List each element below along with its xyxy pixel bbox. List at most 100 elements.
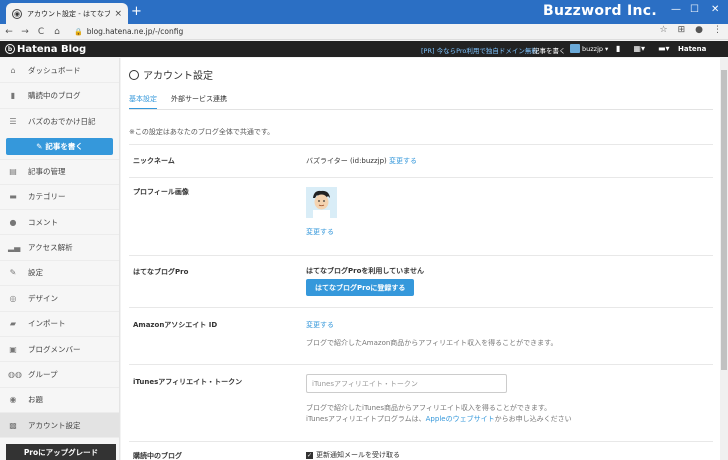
settings-note: ※この設定はあなたのブログ全体で共通です。	[129, 128, 275, 136]
amazon-description: ブログで紹介したAmazon商品からアフィリエイト収入を得ることができます。	[306, 339, 558, 347]
profile-icon[interactable]: ●	[695, 25, 703, 35]
sidebar-item-label: コメント	[28, 217, 58, 227]
minimize-icon[interactable]: —	[671, 4, 681, 15]
profile-avatar-icon	[306, 187, 337, 218]
browser-tab[interactable]: ◉ アカウント設定 - はてなブログ ×	[6, 3, 128, 24]
document-icon: ▤	[9, 167, 17, 177]
nickname-text: バズライター (id:buzzjp)	[306, 157, 387, 165]
hatena-header: b Hatena Blog [PR] 今ならPro利用で独自ドメイン無料 記事を…	[0, 41, 728, 57]
tab-basic[interactable]: 基本設定	[129, 94, 157, 110]
itunes-desc2-post: からお申し込みください	[494, 415, 572, 423]
sidebar-item-settings[interactable]: ✎ 設定	[0, 261, 119, 287]
truck-icon: ▰	[9, 319, 17, 329]
sidebar-item-label: ダッシュボード	[28, 65, 81, 75]
bar-chart-icon: ▂▄	[8, 243, 21, 253]
profile-image-change-link[interactable]: 変更する	[306, 227, 334, 237]
folder-icon: ▬	[9, 192, 17, 202]
itunes-description-1: ブログで紹介したiTunes商品からアフィリエイト収入を得ることができます。	[306, 404, 552, 412]
itunes-desc2-pre: iTunesアフィリエイトプログラムは、	[306, 415, 426, 423]
sidebar-item-label: 購読中のブログ	[28, 91, 81, 101]
pro-upgrade-button[interactable]: Proにアップグレード	[6, 444, 116, 460]
close-window-icon[interactable]: ✕	[711, 4, 719, 15]
itunes-token-input[interactable]: iTunesアフィリエイト・トークン	[306, 374, 507, 393]
pro-promo-link[interactable]: [PR] 今ならPro利用で独自ドメイン無料	[421, 45, 538, 55]
sidebar-item-topic[interactable]: ◉ お題	[0, 388, 119, 414]
sidebar-item-subscriptions[interactable]: ▮ 購読中のブログ	[0, 83, 119, 109]
sidebar-item-analytics[interactable]: ▂▄ アクセス解析	[0, 235, 119, 261]
header-write-link[interactable]: 記事を書く	[533, 45, 566, 55]
sidebar-item-label: グループ	[28, 369, 58, 379]
hatena-link[interactable]: Hatena	[678, 45, 706, 53]
sidebar-item-design[interactable]: ◎ デザイン	[0, 286, 119, 312]
apple-website-link[interactable]: Appleのウェブサイト	[426, 415, 495, 423]
subscribed-row: 購読中のブログ ✓ 更新通知メールを受け取る	[129, 441, 713, 460]
tab-external[interactable]: 外部サービス連携	[171, 94, 227, 110]
settings-tabs: 基本設定 外部サービス連携	[129, 94, 227, 110]
sidebar-item-articles[interactable]: ▤ 記事の管理	[0, 159, 119, 185]
home-icon[interactable]: ⌂	[50, 27, 64, 37]
sidebar-item-label: バズのおでかけ日記	[28, 116, 96, 126]
amazon-row: Amazonアソシエイト ID 変更する ブログで紹介したAmazon商品からア…	[129, 307, 713, 364]
notify-checkbox-label: 更新通知メールを受け取る	[316, 451, 400, 459]
hatena-pro-register-button[interactable]: はてなブログProに登録する	[306, 279, 415, 296]
tab-title: アカウント設定 - はてなブログ	[27, 9, 111, 18]
sidebar-item-account[interactable]: ▩ アカウント設定	[0, 413, 119, 439]
back-icon[interactable]: ←	[2, 27, 16, 37]
sidebar-item-blog[interactable]: ☰ バズのおでかけ日記	[0, 109, 119, 134]
nickname-label: ニックネーム	[133, 157, 175, 165]
itunes-row: iTunesアフィリエイト・トークン iTunesアフィリエイト・トークン ブロ…	[129, 364, 713, 441]
notify-checkbox[interactable]: ✓	[306, 451, 313, 459]
sidebar-item-import[interactable]: ▰ インポート	[0, 312, 119, 337]
amazon-change-link[interactable]: 変更する	[306, 320, 334, 330]
star-icon[interactable]: ☆	[660, 25, 668, 35]
amazon-label: Amazonアソシエイト ID	[133, 321, 218, 329]
profile-image-row: プロフィール画像 変更する	[129, 177, 713, 255]
comment-icon: ●	[9, 217, 17, 227]
nickname-change-link[interactable]: 変更する	[389, 157, 417, 165]
apps-grid-icon[interactable]: ▦▾	[633, 44, 645, 53]
sidebar-item-members[interactable]: ▣ ブログメンバー	[0, 337, 119, 363]
hatena-pro-label: はてなブログPro	[133, 268, 189, 276]
bookmark-icon[interactable]: ▮	[616, 44, 620, 53]
profile-image	[306, 187, 337, 218]
scrollbar-thumb[interactable]	[721, 70, 727, 370]
sidebar-item-group[interactable]: ◍◍ グループ	[0, 362, 119, 388]
sidebar: ⌂ ダッシュボード ▮ 購読中のブログ ☰ バズのおでかけ日記 ✎ 記事を書く …	[0, 58, 120, 460]
extension-icon[interactable]: ⊞	[678, 25, 686, 35]
browser-titlebar: ◉ アカウント設定 - はてなブログ × + Buzzword Inc. — ☐…	[0, 0, 728, 24]
hatena-pro-row: はてなブログPro はてなブログProを利用していません はてなブログProに登…	[129, 255, 713, 307]
subscribed-option[interactable]: ✓ 更新通知メールを受け取る	[306, 450, 400, 460]
nickname-value: バズライター (id:buzzjp) 変更する	[306, 156, 417, 166]
user-menu[interactable]: buzzjp ▾	[570, 44, 608, 53]
hatena-pro-status: はてなブログProを利用していません	[306, 267, 424, 275]
tab-close-icon[interactable]: ×	[114, 9, 122, 19]
hatena-blog-logo[interactable]: b Hatena Blog	[5, 44, 86, 55]
forward-icon[interactable]: →	[18, 27, 32, 37]
avatar	[570, 44, 580, 53]
brand-watermark: Buzzword Inc.	[543, 3, 657, 19]
write-article-button[interactable]: ✎ 記事を書く	[6, 138, 113, 156]
message-icon[interactable]: ▬▾	[658, 44, 670, 53]
user-name: buzzjp	[582, 44, 604, 53]
menu-icon[interactable]: ⋮	[713, 25, 722, 35]
sidebar-item-label: 記事の管理	[28, 167, 66, 177]
sidebar-item-category[interactable]: ▬ カテゴリー	[0, 185, 119, 210]
new-tab-button[interactable]: +	[131, 5, 142, 19]
hatena-favicon-icon: ◉	[12, 8, 22, 19]
group-icon: ◍◍	[8, 369, 22, 379]
palette-icon: ◎	[9, 293, 17, 303]
reload-icon[interactable]: C	[34, 27, 48, 37]
sidebar-item-dashboard[interactable]: ⌂ ダッシュボード	[0, 58, 119, 84]
wrench-icon: ✎	[9, 268, 17, 278]
sidebar-item-comments[interactable]: ● コメント	[0, 210, 119, 236]
sidebar-item-label: インポート	[28, 319, 66, 329]
write-article-label: 記事を書く	[45, 142, 83, 152]
maximize-icon[interactable]: ☐	[690, 4, 699, 15]
blog-icon: ☰	[9, 116, 17, 126]
hatena-logo-icon: b	[5, 44, 15, 54]
account-icon: ▩	[9, 420, 17, 430]
edit-icon: ✎	[36, 142, 43, 152]
topic-icon: ◉	[9, 395, 17, 405]
tabs-divider	[129, 109, 713, 110]
url-field[interactable]: 🔒 blog.hatena.ne.jp/-/config	[74, 27, 183, 36]
